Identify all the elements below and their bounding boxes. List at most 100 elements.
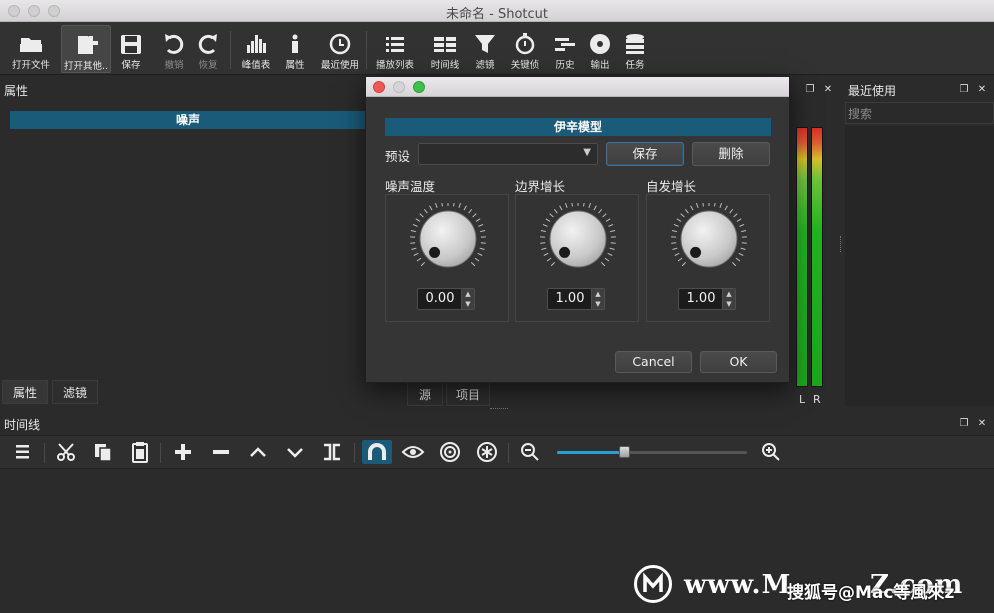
- spin-arrows-icon[interactable]: ▲ ▼: [722, 289, 735, 309]
- paste-button[interactable]: [127, 440, 153, 464]
- keyframes-button[interactable]: 关键侦: [507, 25, 543, 73]
- tab-properties[interactable]: 属性: [2, 380, 48, 404]
- watermark-logo: [634, 565, 672, 603]
- split-button[interactable]: [319, 440, 345, 464]
- eye-icon: [401, 446, 425, 458]
- window-title: 未命名 - Shotcut: [446, 7, 548, 22]
- undo-button[interactable]: 撤销: [157, 25, 191, 73]
- playlist-icon: [386, 37, 404, 52]
- append-button[interactable]: [170, 440, 196, 464]
- preset-save-button[interactable]: 保存: [606, 142, 684, 166]
- meter-close-icon[interactable]: ✕: [822, 84, 834, 96]
- preset-delete-button[interactable]: 删除: [692, 142, 770, 166]
- timeline-float-icon[interactable]: ❐: [958, 418, 970, 430]
- meter-bar-right: [811, 127, 823, 387]
- hamburger-menu-icon: [16, 445, 29, 459]
- spin-arrows-icon[interactable]: ▲ ▼: [591, 289, 604, 309]
- filter-name-header: 伊辛模型: [385, 118, 771, 136]
- border-growth-knob[interactable]: [536, 203, 620, 283]
- history-button[interactable]: 历史: [549, 25, 581, 73]
- spontaneous-growth-knob[interactable]: [667, 203, 751, 283]
- preset-combo[interactable]: ▼: [418, 143, 598, 165]
- snap-toggle[interactable]: [362, 440, 392, 464]
- recent-panel-title: 最近使用: [848, 84, 897, 98]
- cut-button[interactable]: [54, 440, 80, 464]
- noise-temperature-spinbox[interactable]: 0.00 ▲ ▼: [417, 288, 475, 310]
- lift-button[interactable]: [245, 440, 271, 464]
- plus-icon: [175, 444, 191, 460]
- spontaneous-growth-spinbox[interactable]: 1.00 ▲ ▼: [678, 288, 736, 310]
- timeline-menu-button[interactable]: [10, 440, 36, 464]
- meter-bar-left: [796, 127, 808, 387]
- magnet-icon: [368, 443, 386, 460]
- playlist-button[interactable]: 播放列表: [372, 25, 418, 73]
- redo-icon: [198, 34, 217, 54]
- knob-group-spontaneous-growth: 1.00 ▲ ▼: [646, 194, 770, 322]
- remove-button[interactable]: [208, 440, 234, 464]
- param-label-noise-temperature: 噪声温度: [385, 179, 436, 194]
- save-icon: [121, 35, 141, 54]
- timeline-icon: [434, 34, 456, 53]
- timeline-button[interactable]: 时间线: [426, 25, 464, 73]
- tab-source[interactable]: 源: [407, 382, 443, 406]
- param-label-border-growth: 边界增长: [515, 179, 566, 194]
- scissors-icon: [57, 443, 75, 461]
- cancel-button[interactable]: Cancel: [615, 351, 692, 373]
- properties-button[interactable]: 属性: [280, 25, 310, 73]
- timeline-close-icon[interactable]: ✕: [976, 418, 988, 430]
- recent-search-input[interactable]: 搜索: [845, 102, 994, 124]
- splitter-handle[interactable]: [490, 408, 508, 410]
- zoom-slider-handle[interactable]: [618, 446, 630, 458]
- stopwatch-icon: [515, 33, 535, 55]
- open-other-button[interactable]: 打开其他..: [61, 25, 111, 73]
- peak-meter-button[interactable]: 峰值表: [237, 25, 275, 73]
- recent-button[interactable]: 最近使用: [318, 25, 362, 73]
- watermark-site-text-1: www.M: [684, 570, 792, 600]
- tab-project[interactable]: 项目: [446, 382, 490, 406]
- zoom-out-icon: [521, 443, 539, 461]
- meter-float-icon[interactable]: ❐: [804, 84, 816, 96]
- clipboard-icon: [132, 442, 148, 463]
- dialog-minimize-button[interactable]: [393, 81, 405, 93]
- knob-group-noise-temperature: 0.00 ▲ ▼: [385, 194, 509, 322]
- export-button[interactable]: 输出: [585, 25, 615, 73]
- ripple-all-toggle[interactable]: [474, 440, 500, 464]
- zoom-in-button[interactable]: [759, 440, 785, 464]
- open-other-icon: [78, 36, 98, 54]
- meter-label-right: R: [813, 393, 821, 406]
- target-icon: [440, 442, 460, 462]
- recent-close-icon[interactable]: ✕: [976, 84, 988, 96]
- folder-open-icon: [20, 38, 42, 52]
- dialog-zoom-button[interactable]: [413, 81, 425, 93]
- properties-panel-title: 属性: [4, 84, 29, 98]
- filter-list-item[interactable]: 噪声: [10, 111, 366, 129]
- minus-icon: [213, 450, 229, 454]
- filters-button[interactable]: 滤镜: [469, 25, 501, 73]
- clock-icon: [329, 33, 351, 55]
- redo-button[interactable]: 恢复: [191, 25, 225, 73]
- zoom-out-button[interactable]: [518, 440, 544, 464]
- recent-float-icon[interactable]: ❐: [958, 84, 970, 96]
- knob-group-border-growth: 1.00 ▲ ▼: [515, 194, 639, 322]
- export-disc-icon: [590, 34, 610, 54]
- recent-list[interactable]: [845, 126, 994, 406]
- dialog-titlebar: [366, 77, 789, 97]
- chevron-down-icon: [287, 448, 303, 458]
- tab-filters[interactable]: 滤镜: [52, 380, 98, 404]
- dialog-close-button[interactable]: [373, 81, 385, 93]
- ripple-toggle[interactable]: [437, 440, 463, 464]
- jobs-button[interactable]: 任务: [620, 25, 650, 73]
- save-button[interactable]: 保存: [114, 25, 148, 73]
- chevron-up-icon: [250, 447, 266, 457]
- window-titlebar: 未命名 - Shotcut: [0, 0, 994, 22]
- scrub-toggle[interactable]: [400, 440, 426, 464]
- open-file-button[interactable]: 打开文件: [6, 25, 56, 73]
- ok-button[interactable]: OK: [700, 351, 777, 373]
- history-icon: [555, 38, 575, 51]
- copy-button[interactable]: [90, 440, 116, 464]
- noise-temperature-knob[interactable]: [406, 203, 490, 283]
- recent-splitter-handle[interactable]: [840, 236, 842, 252]
- border-growth-spinbox[interactable]: 1.00 ▲ ▼: [547, 288, 605, 310]
- spin-arrows-icon[interactable]: ▲ ▼: [461, 289, 474, 309]
- overwrite-button[interactable]: [282, 440, 308, 464]
